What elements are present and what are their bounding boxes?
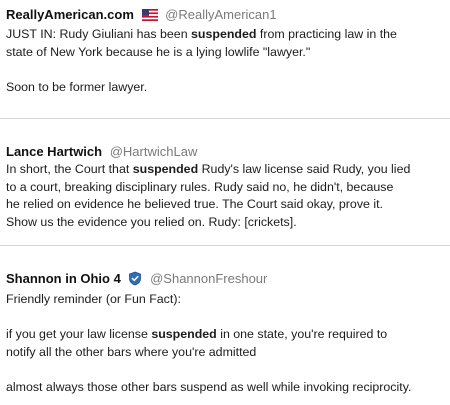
author-name[interactable]: Lance Hartwich	[6, 144, 102, 159]
tweet-text-line: Show us the evidence you relied on. Rudy…	[6, 214, 297, 229]
tweet-text-line: Friendly reminder (or Fun Fact):	[6, 292, 181, 306]
tweet-text-line: notify all the other bars where you're a…	[6, 344, 257, 359]
tweet-text-line: to a court, breaking disciplinary rules.…	[6, 179, 394, 194]
author-handle[interactable]: @ShannonFreshour	[150, 271, 267, 286]
divider	[0, 118, 450, 119]
tweet-text-line: state of New York because he is a lying …	[6, 44, 311, 59]
author-handle[interactable]: @ReallyAmerican1	[165, 7, 276, 22]
divider	[0, 245, 450, 246]
tweet-3[interactable]: Shannon in Ohio 4 @ShannonFreshour Frien…	[0, 270, 450, 396]
tweet-text-line: Soon to be former lawyer.	[6, 79, 148, 94]
tweet-header: Lance Hartwich @HartwichLaw	[6, 143, 444, 161]
author-handle[interactable]: @HartwichLaw	[110, 144, 198, 159]
tweet-header: ReallyAmerican.com @ReallyAmerican1	[6, 6, 444, 26]
tweet-text-line: JUST IN: Rudy Giuliani has been suspende…	[6, 27, 397, 41]
tweet-1[interactable]: ReallyAmerican.com @ReallyAmerican1 JUST…	[0, 6, 450, 96]
tweet-text-line: almost always those other bars suspend a…	[6, 379, 412, 394]
tweet-2[interactable]: Lance Hartwich @HartwichLaw In short, th…	[0, 143, 450, 231]
tweet-header: Shannon in Ohio 4 @ShannonFreshour	[6, 270, 444, 291]
us-flag-icon	[141, 8, 158, 26]
tweet-text-line: In short, the Court that suspended Rudy'…	[6, 162, 411, 176]
tweet-text-line: he relied on evidence he believed true. …	[6, 197, 383, 211]
shield-badge-icon	[128, 271, 142, 291]
author-name[interactable]: ReallyAmerican.com	[6, 7, 134, 22]
tweet-feed: ReallyAmerican.com @ReallyAmerican1 JUST…	[0, 0, 450, 405]
tweet-text-line: if you get your law license suspended in…	[6, 327, 388, 341]
author-name[interactable]: Shannon in Ohio 4	[6, 271, 121, 286]
